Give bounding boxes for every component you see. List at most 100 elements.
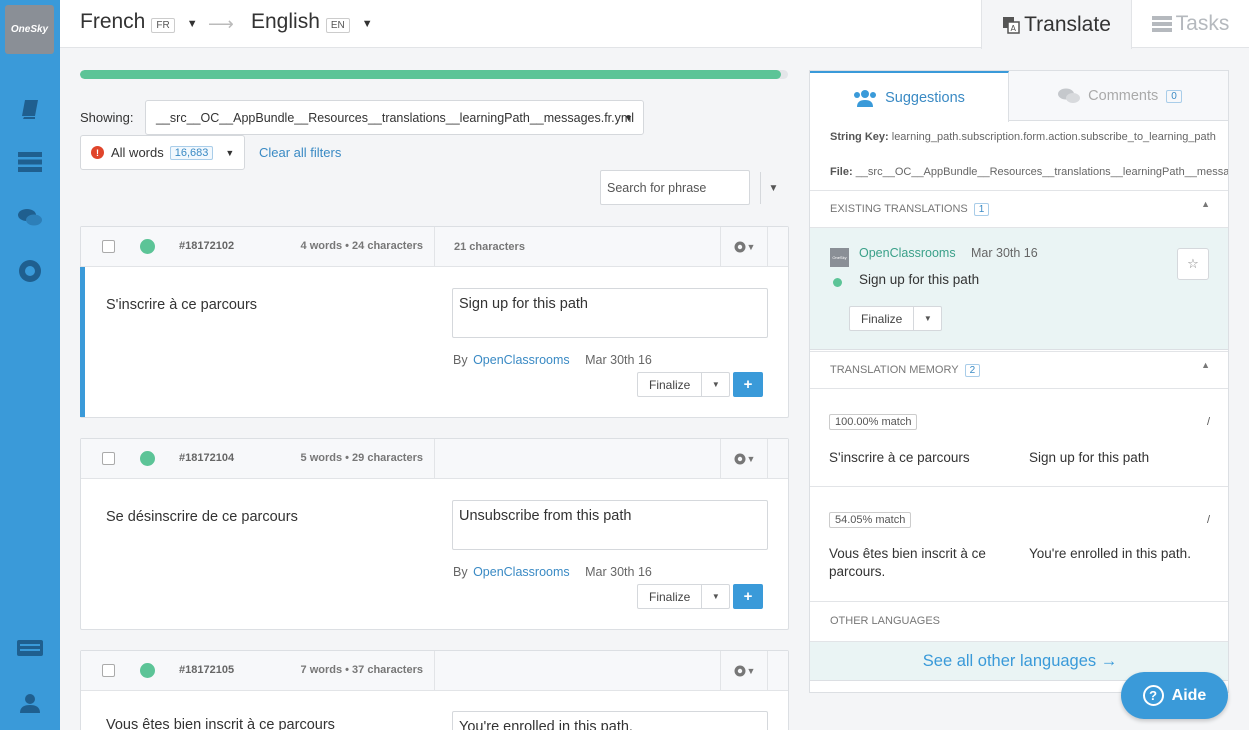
chat-icon[interactable] bbox=[15, 203, 45, 233]
arrow-right-icon: ⟶ bbox=[208, 14, 234, 34]
file-select-value: __src__OC__AppBundle__Resources__transla… bbox=[156, 110, 635, 125]
onesky-logo[interactable]: OneSky bbox=[5, 5, 54, 54]
chevron-down-icon: ▼ bbox=[361, 18, 373, 30]
string-card: #18172104 5 words • 29 characters ▼ Se d… bbox=[80, 438, 789, 630]
tab-suggestions[interactable]: Suggestions bbox=[810, 71, 1009, 122]
translation-input[interactable]: Sign up for this path bbox=[452, 288, 768, 338]
add-translation-button[interactable]: + bbox=[733, 584, 763, 609]
chevron-up-icon: ▲ bbox=[1201, 360, 1210, 370]
settings-menu-button[interactable]: ▼ bbox=[720, 651, 768, 691]
existing-translations-header[interactable]: EXISTING TRANSLATIONS 1 ▲ bbox=[810, 190, 1228, 228]
string-key-value: learning_path.subscription.form.action.s… bbox=[891, 131, 1216, 143]
chevron-down-icon: ▼ bbox=[711, 592, 720, 601]
help-icon: ? bbox=[1142, 685, 1164, 706]
finalize-options-button[interactable]: ▼ bbox=[914, 306, 943, 331]
tab-translate[interactable]: A Translate bbox=[981, 0, 1132, 49]
author-link[interactable]: OpenClassrooms bbox=[473, 565, 570, 579]
list-icon[interactable] bbox=[15, 147, 45, 177]
translation-memory-header[interactable]: TRANSLATION MEMORY 2 ▲ bbox=[810, 351, 1228, 389]
other-languages-header: OTHER LANGUAGES bbox=[810, 601, 1228, 639]
status-dot-icon bbox=[140, 451, 155, 466]
status-dot-icon bbox=[833, 278, 842, 287]
translation-input[interactable]: You're enrolled in this path. bbox=[452, 711, 768, 730]
finalize-button[interactable]: Finalize bbox=[849, 306, 915, 331]
translation-date: Mar 30th 16 bbox=[971, 246, 1038, 260]
chevron-down-icon: ▼ bbox=[923, 314, 932, 323]
book-icon[interactable] bbox=[15, 94, 45, 124]
tm-target-text[interactable]: Sign up for this path bbox=[1029, 449, 1149, 467]
finalize-button[interactable]: Finalize bbox=[637, 372, 703, 397]
divider bbox=[434, 227, 435, 267]
target-language-select[interactable]: English EN ▼ bbox=[251, 10, 373, 34]
user-icon[interactable] bbox=[15, 688, 45, 718]
settings-menu-button[interactable]: ▼ bbox=[720, 439, 768, 479]
chevron-down-icon: ▼ bbox=[225, 147, 235, 158]
progress-fill bbox=[80, 70, 781, 79]
author-link[interactable]: OpenClassrooms bbox=[473, 353, 570, 367]
gear-icon bbox=[734, 665, 746, 677]
divider bbox=[434, 439, 435, 479]
string-card-header: #18172104 5 words • 29 characters ▼ bbox=[81, 439, 788, 479]
gear-icon bbox=[734, 453, 746, 465]
by-label: By bbox=[453, 565, 468, 579]
existing-translation-item: OneSky OpenClassrooms Mar 30th 16 Sign u… bbox=[810, 228, 1228, 350]
translation-byline: By OpenClassrooms Mar 30th 16 bbox=[453, 353, 652, 367]
translator-avatar: OneSky bbox=[830, 248, 849, 267]
tm-separator: / bbox=[1206, 514, 1210, 526]
string-checkbox[interactable] bbox=[102, 240, 115, 253]
tm-item[interactable]: 54.05% match / Vous êtes bien inscrit à … bbox=[810, 487, 1228, 602]
keyboard-icon[interactable] bbox=[15, 633, 45, 663]
add-translation-button[interactable]: + bbox=[733, 372, 763, 397]
string-card-header: #18172105 7 words • 37 characters ▼ bbox=[81, 651, 788, 691]
gear-icon bbox=[734, 241, 746, 253]
tm-target-text[interactable]: You're enrolled in this path. bbox=[1029, 545, 1191, 563]
file-select[interactable]: __src__OC__AppBundle__Resources__transla… bbox=[145, 100, 644, 135]
translation-memory-label: TRANSLATION MEMORY bbox=[830, 364, 959, 376]
tab-tasks-label: Tasks bbox=[1175, 12, 1230, 35]
chevron-down-icon: ▼ bbox=[746, 242, 756, 252]
tab-comments[interactable]: Comments 0 bbox=[1010, 71, 1228, 121]
word-filter-dropdown[interactable]: ! All words 16,683 ▼ bbox=[80, 135, 245, 170]
source-text: Se désinscrire de ce parcours bbox=[106, 509, 298, 525]
help-button[interactable]: ? Aide bbox=[1121, 672, 1228, 719]
by-label: By bbox=[453, 353, 468, 367]
translation-date: Mar 30th 16 bbox=[585, 565, 652, 579]
translation-input[interactable]: Unsubscribe from this path bbox=[452, 500, 768, 550]
tm-source-text: Vous êtes bien inscrit à ce parcours. bbox=[829, 546, 986, 579]
search-options-dropdown[interactable]: ▼ bbox=[760, 172, 786, 204]
comments-count-badge: 0 bbox=[1166, 89, 1182, 103]
finalize-group: Finalize ▼ bbox=[849, 306, 943, 331]
string-id: #18172102 bbox=[179, 240, 235, 252]
string-word-count: 7 words • 37 characters bbox=[300, 664, 423, 676]
string-card-body: Vous êtes bien inscrit à ce parcours You… bbox=[81, 691, 788, 730]
finalize-options-button[interactable]: ▼ bbox=[702, 584, 731, 609]
translator-name[interactable]: OpenClassrooms bbox=[859, 246, 956, 260]
search-phrase-input[interactable]: Search for phrase bbox=[600, 170, 750, 205]
help-label: Aide bbox=[1171, 686, 1207, 704]
source-language-name: French bbox=[80, 10, 146, 33]
lifebuoy-icon[interactable] bbox=[15, 256, 45, 286]
star-button[interactable]: ☆ bbox=[1177, 248, 1209, 280]
chevron-down-icon: ▼ bbox=[624, 112, 633, 123]
tasks-icon bbox=[1151, 16, 1172, 32]
tab-suggestions-label: Suggestions bbox=[885, 89, 965, 106]
clear-filters-link[interactable]: Clear all filters bbox=[259, 145, 341, 160]
string-checkbox[interactable] bbox=[102, 452, 115, 465]
users-icon bbox=[854, 89, 877, 107]
string-card: #18172105 7 words • 37 characters ▼ Vous… bbox=[80, 650, 789, 730]
string-key-line: String Key: learning_path.subscription.f… bbox=[830, 131, 1216, 143]
string-checkbox[interactable] bbox=[102, 664, 115, 677]
tm-source-text: S'inscrire à ce parcours bbox=[829, 450, 970, 465]
source-language-select[interactable]: French FR ▼ bbox=[80, 10, 198, 34]
tm-item[interactable]: 100.00% match / S'inscrire à ce parcours… bbox=[810, 389, 1228, 487]
tab-tasks[interactable]: Tasks bbox=[1132, 0, 1249, 48]
string-card: #18172102 4 words • 24 characters 21 cha… bbox=[80, 226, 789, 418]
target-language-code: EN bbox=[325, 17, 350, 33]
finalize-button[interactable]: Finalize bbox=[637, 584, 703, 609]
translate-icon: A bbox=[1003, 16, 1020, 34]
word-count-badge: 16,683 bbox=[169, 145, 214, 160]
settings-menu-button[interactable]: ▼ bbox=[720, 227, 768, 267]
finalize-options-button[interactable]: ▼ bbox=[702, 372, 731, 397]
chevron-down-icon: ▼ bbox=[186, 18, 198, 30]
chevron-down-icon: ▼ bbox=[746, 666, 756, 676]
